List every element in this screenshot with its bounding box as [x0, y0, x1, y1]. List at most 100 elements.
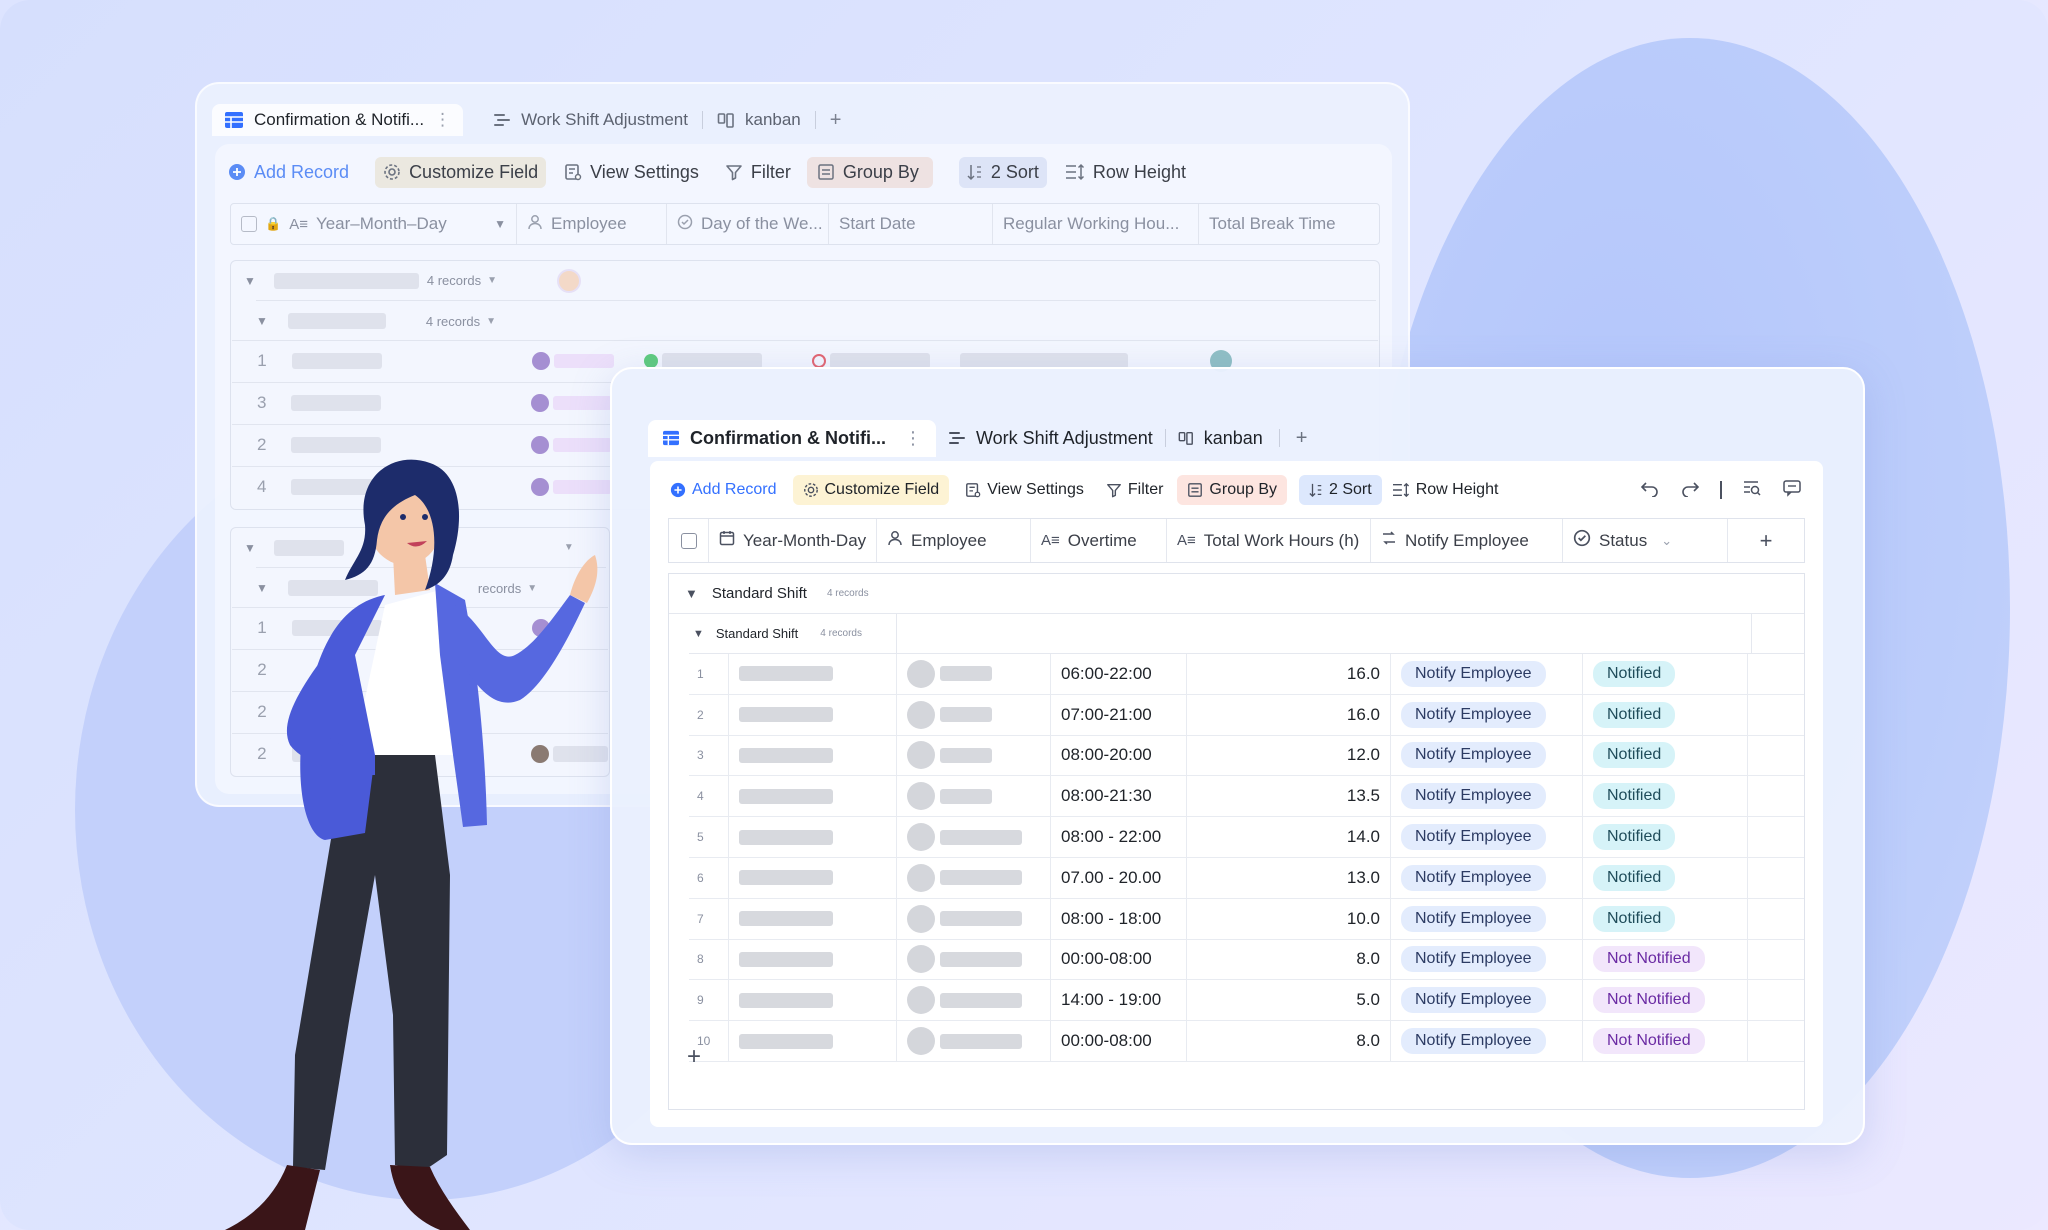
- back-header-date[interactable]: 🔒 A≡ Year–Month–Day ▼: [231, 204, 517, 244]
- collapse-triangle-icon[interactable]: ▼: [256, 314, 268, 328]
- notify-cell[interactable]: Notify Employee: [1391, 939, 1583, 980]
- back-header-employee[interactable]: Employee: [517, 204, 667, 244]
- group-header[interactable]: ▼ Standard Shift 4 records: [669, 574, 1804, 614]
- table-row[interactable]: 3: [232, 382, 612, 423]
- overtime-cell[interactable]: 08:00 - 18:00: [1051, 898, 1187, 939]
- date-cell[interactable]: [729, 939, 897, 980]
- notify-cell[interactable]: Notify Employee: [1391, 735, 1583, 776]
- overtime-cell[interactable]: 06:00-22:00: [1051, 654, 1187, 694]
- total-hours-cell[interactable]: 13.0: [1187, 857, 1391, 898]
- notify-employee-button[interactable]: Notify Employee: [1401, 864, 1546, 891]
- status-cell[interactable]: Not Notified: [1583, 980, 1748, 1021]
- notify-employee-button[interactable]: Notify Employee: [1401, 946, 1546, 973]
- dropdown-triangle-icon[interactable]: ▼: [486, 316, 496, 327]
- back-subgroup-header[interactable]: ▼ 4 records ▼: [256, 300, 1376, 341]
- status-cell[interactable]: Notified: [1583, 857, 1748, 898]
- total-hours-cell[interactable]: 8.0: [1187, 1021, 1391, 1061]
- header-status[interactable]: Status ⌄: [1563, 519, 1728, 562]
- checkbox-icon[interactable]: [241, 216, 257, 232]
- overtime-cell[interactable]: 08:00-21:30: [1051, 776, 1187, 817]
- search-records-icon[interactable]: [1742, 479, 1762, 502]
- overtime-cell[interactable]: 07.00 - 20.00: [1051, 857, 1187, 898]
- date-cell[interactable]: [729, 817, 897, 857]
- dropdown-triangle-icon[interactable]: ▼: [487, 275, 497, 286]
- table-row[interactable]: 5 08:00 - 22:00 14.0 Notify Employee Notifie…: [689, 817, 1804, 858]
- sort-button[interactable]: 2 Sort: [958, 156, 1047, 188]
- status-cell[interactable]: Notified: [1583, 735, 1748, 776]
- header-overtime[interactable]: A≡ Overtime: [1031, 519, 1167, 562]
- front-tab-work-shift[interactable]: Work Shift Adjustment: [948, 428, 1153, 449]
- total-hours-cell[interactable]: 5.0: [1187, 980, 1391, 1021]
- total-hours-cell[interactable]: 16.0: [1187, 694, 1391, 735]
- notify-cell[interactable]: Notify Employee: [1391, 694, 1583, 735]
- subgroup-header[interactable]: ▼ Standard Shift 4 records: [689, 614, 1804, 654]
- chevron-down-icon[interactable]: ⌄: [1661, 533, 1672, 549]
- overtime-cell[interactable]: 00:00-08:00: [1051, 939, 1187, 980]
- total-hours-cell[interactable]: 8.0: [1187, 939, 1391, 980]
- table-row[interactable]: 3 08:00-20:00 12.0 Notify Employee Notified: [689, 735, 1804, 777]
- table-row[interactable]: 7 08:00 - 18:00 10.0 Notify Employee Notifie…: [689, 898, 1804, 940]
- front-tab-confirmation[interactable]: Confirmation & Notifi... ⋮: [648, 419, 936, 457]
- employee-cell[interactable]: [897, 694, 1051, 735]
- table-row[interactable]: 1 06:00-22:00 16.0 Notify Employee Notified: [689, 654, 1804, 695]
- total-hours-cell[interactable]: 10.0: [1187, 898, 1391, 939]
- employee-cell[interactable]: [897, 898, 1051, 939]
- back-header-day[interactable]: Day of the We...: [667, 204, 829, 244]
- employee-cell[interactable]: [897, 857, 1051, 898]
- collapse-triangle-icon[interactable]: ▼: [244, 274, 256, 288]
- total-hours-cell[interactable]: 14.0: [1187, 817, 1391, 857]
- notify-cell[interactable]: Notify Employee: [1391, 817, 1583, 857]
- table-row[interactable]: 4 08:00-21:30 13.5 Notify Employee Notified: [689, 776, 1804, 818]
- date-cell[interactable]: [729, 898, 897, 939]
- date-cell[interactable]: [729, 735, 897, 776]
- status-cell[interactable]: Notified: [1583, 817, 1748, 857]
- back-tab-confirmation[interactable]: Confirmation & Notifi... ⋮: [212, 104, 464, 136]
- row-height-button[interactable]: Row Height: [1065, 162, 1186, 183]
- date-cell[interactable]: [729, 694, 897, 735]
- view-settings-button[interactable]: View Settings: [965, 481, 1084, 499]
- overtime-cell[interactable]: 08:00 - 22:00: [1051, 817, 1187, 857]
- employee-cell[interactable]: [897, 654, 1051, 694]
- table-row[interactable]: 10 00:00-08:00 8.0 Notify Employee Not Notif…: [689, 1021, 1804, 1062]
- notify-employee-button[interactable]: Notify Employee: [1401, 1028, 1546, 1055]
- header-date[interactable]: Year-Month-Day: [709, 519, 877, 562]
- notify-employee-button[interactable]: Notify Employee: [1401, 742, 1546, 769]
- add-tab-button[interactable]: +: [1296, 427, 1308, 450]
- filter-button[interactable]: Filter: [1106, 481, 1163, 499]
- back-header-start-date[interactable]: Start Date: [829, 204, 993, 244]
- header-notify[interactable]: Notify Employee: [1371, 519, 1563, 562]
- notify-employee-button[interactable]: Notify Employee: [1401, 783, 1546, 810]
- notify-employee-button[interactable]: Notify Employee: [1401, 824, 1546, 851]
- redo-icon[interactable]: [1680, 479, 1700, 502]
- employee-cell[interactable]: [897, 939, 1051, 980]
- employee-cell[interactable]: [897, 1021, 1051, 1061]
- notify-cell[interactable]: Notify Employee: [1391, 1021, 1583, 1061]
- status-cell[interactable]: Notified: [1583, 898, 1748, 939]
- overtime-cell[interactable]: 00:00-08:00: [1051, 1021, 1187, 1061]
- view-settings-button[interactable]: View Settings: [564, 162, 699, 183]
- employee-cell[interactable]: [897, 817, 1051, 857]
- add-column-button[interactable]: +: [1728, 519, 1804, 562]
- status-cell[interactable]: Notified: [1583, 776, 1748, 817]
- notify-employee-button[interactable]: Notify Employee: [1401, 987, 1546, 1014]
- total-hours-cell[interactable]: 13.5: [1187, 776, 1391, 817]
- notify-employee-button[interactable]: Notify Employee: [1401, 701, 1546, 728]
- customize-field-button[interactable]: Customize Field: [375, 156, 547, 188]
- total-hours-cell[interactable]: 16.0: [1187, 654, 1391, 694]
- notify-cell[interactable]: Notify Employee: [1391, 898, 1583, 939]
- back-tab-kanban[interactable]: kanban: [717, 110, 801, 130]
- employee-cell[interactable]: [897, 980, 1051, 1021]
- status-cell[interactable]: Notified: [1583, 694, 1748, 735]
- group-by-button[interactable]: Group By: [1177, 475, 1288, 505]
- row-height-button[interactable]: Row Height: [1392, 481, 1498, 499]
- overtime-cell[interactable]: 08:00-20:00: [1051, 735, 1187, 776]
- notify-employee-button[interactable]: Notify Employee: [1401, 905, 1546, 932]
- status-cell[interactable]: Not Notified: [1583, 1021, 1748, 1061]
- date-cell[interactable]: [729, 980, 897, 1021]
- date-cell[interactable]: [729, 776, 897, 817]
- back-tab-work-shift[interactable]: Work Shift Adjustment: [493, 110, 688, 130]
- overtime-cell[interactable]: 07:00-21:00: [1051, 694, 1187, 735]
- more-vertical-icon[interactable]: ⋮: [434, 110, 451, 130]
- group-by-button[interactable]: Group By: [806, 156, 933, 188]
- add-record-button[interactable]: Add Record: [670, 481, 777, 499]
